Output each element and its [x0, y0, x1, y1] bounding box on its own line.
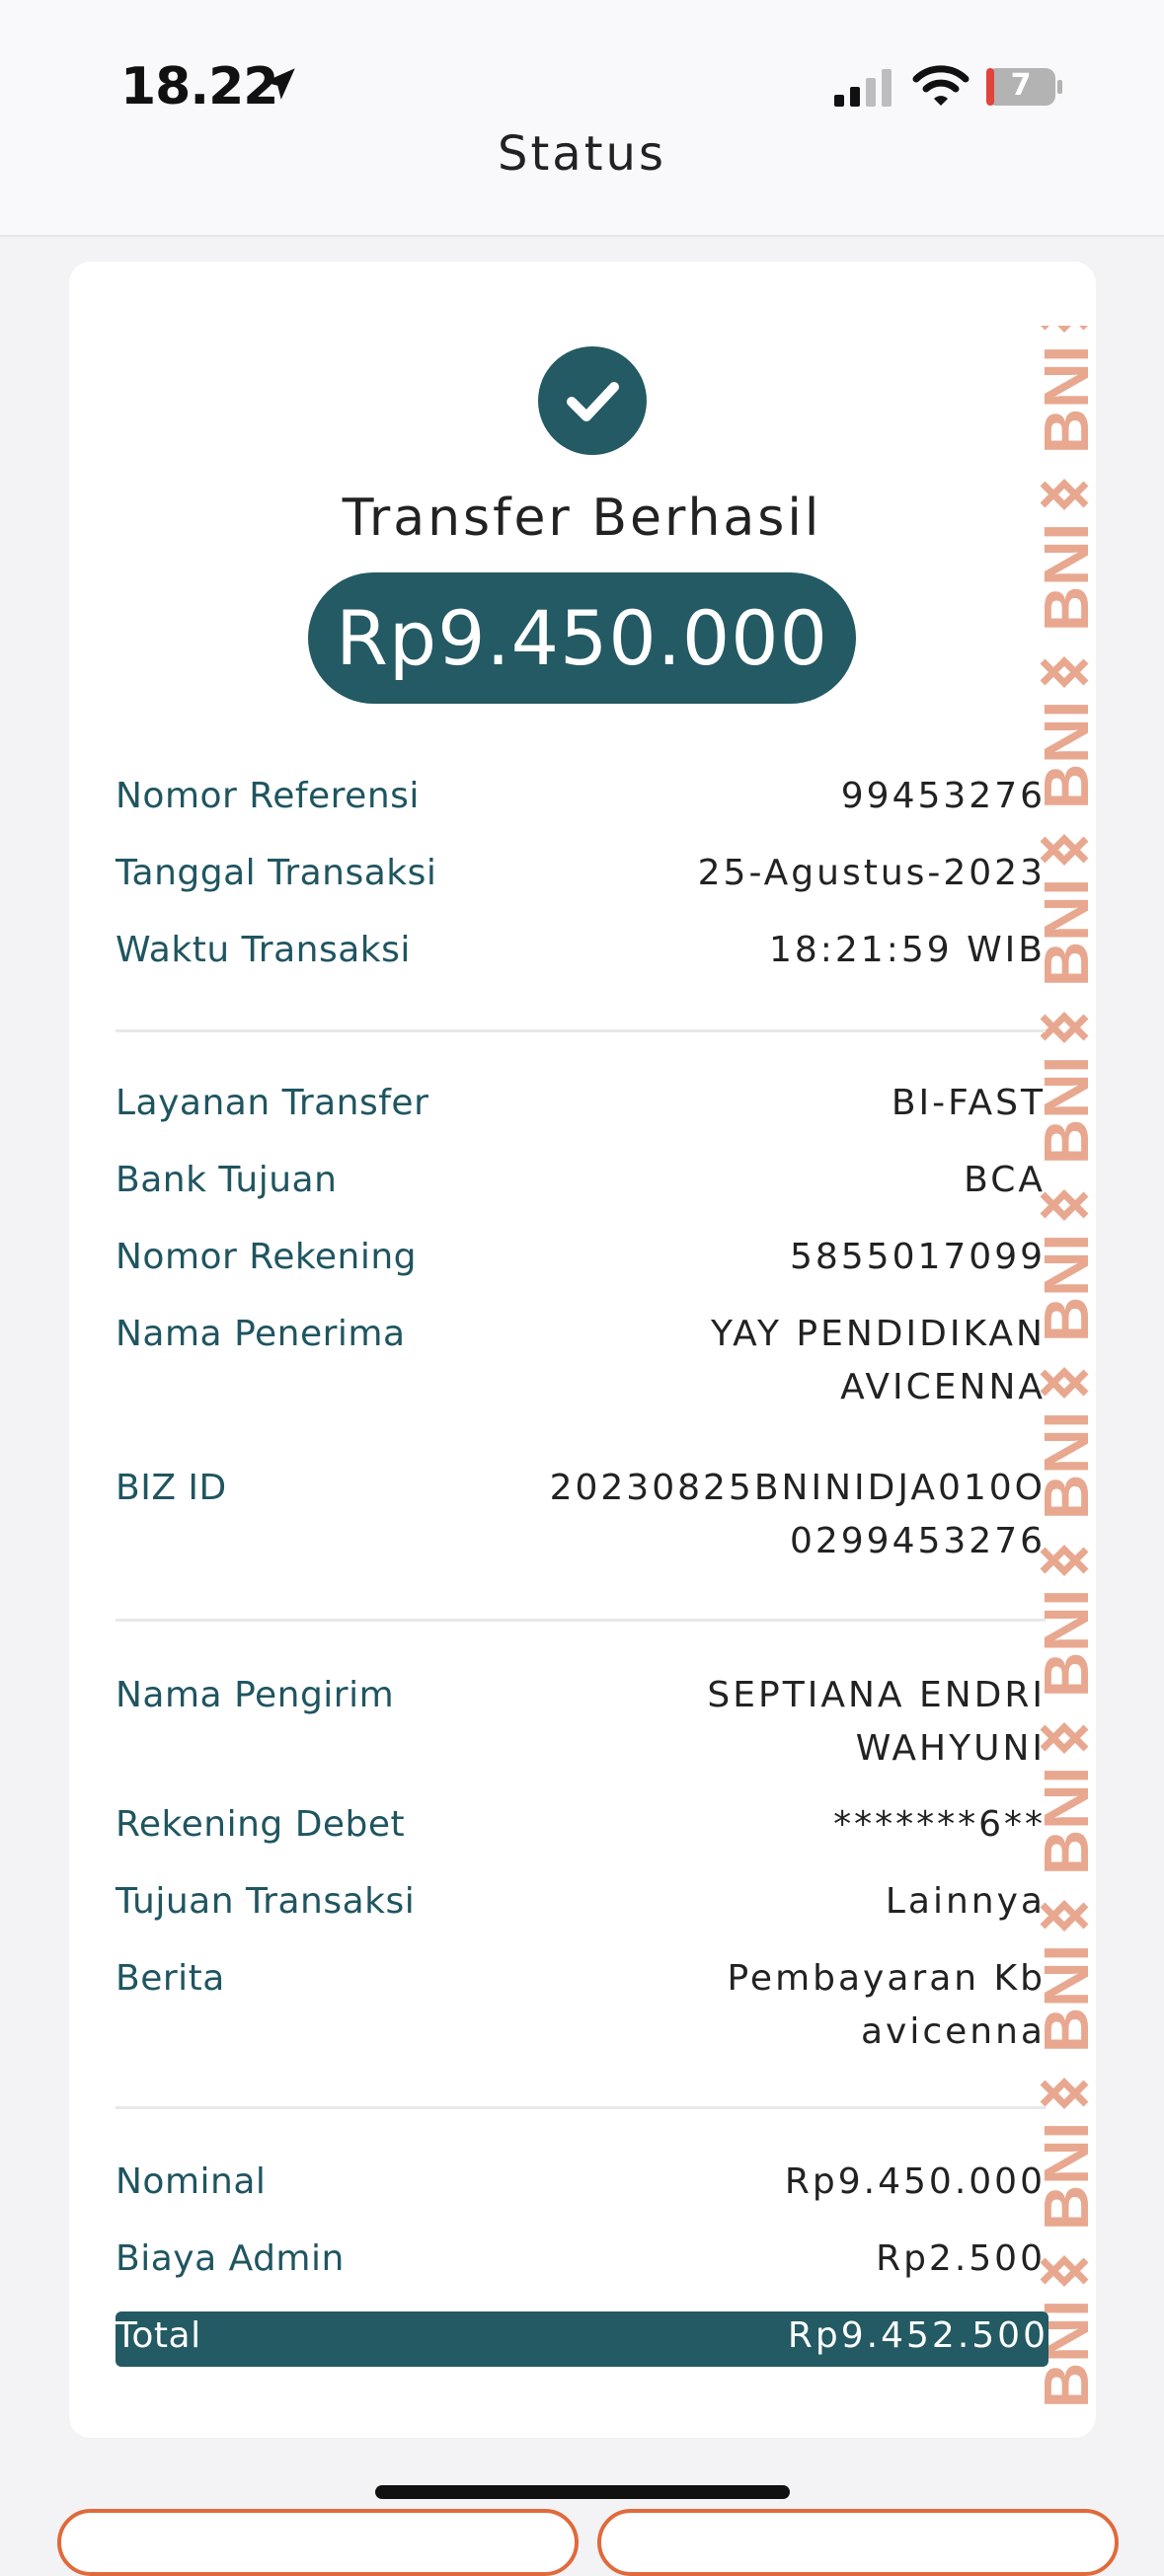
total-label: Total	[116, 2315, 201, 2356]
row-label: Tujuan Transaksi	[116, 1881, 416, 1922]
transfer-amount: Rp9.450.000	[308, 572, 856, 704]
wifi-icon	[912, 65, 970, 106]
home-indicator	[375, 2485, 790, 2499]
divider	[116, 1619, 1046, 1622]
row-value-line1: YAY PENDIDIKAN	[710, 1314, 1046, 1354]
watermark-mark	[1040, 1545, 1089, 1576]
watermark-mark	[1040, 2078, 1089, 2109]
watermark-mark	[1040, 1722, 1089, 1754]
watermark-mark	[1040, 1012, 1089, 1043]
row-value-line2: WAHYUNI	[855, 1728, 1046, 1769]
row-value: 25-Agustus-2023	[697, 853, 1046, 893]
row-label: Rekening Debet	[116, 1804, 406, 1845]
row-label: BIZ ID	[116, 1468, 227, 1508]
row-value-line2: 0299453276	[789, 1521, 1046, 1561]
divider	[116, 1029, 1046, 1032]
row-value: BI-FAST	[891, 1083, 1046, 1123]
row-label: Nominal	[116, 2161, 267, 2202]
watermark-mark	[1040, 1367, 1089, 1399]
row-value: BCA	[964, 1160, 1046, 1200]
row-value-line1: SEPTIANA ENDRI	[707, 1675, 1046, 1715]
watermark-text: BNI	[1031, 345, 1102, 454]
row-label: Nama Pengirim	[116, 1675, 395, 1715]
watermark-mark	[1041, 326, 1088, 333]
divider	[116, 2106, 1046, 2109]
bottom-left-button[interactable]	[57, 2509, 579, 2576]
row-value-line2: AVICENNA	[840, 1367, 1046, 1407]
header-bar	[0, 0, 1164, 237]
watermark-mark	[1040, 1900, 1089, 1932]
row-value-line1: 20230825BNINIDJA010O	[549, 1468, 1046, 1508]
location-arrow-icon	[264, 68, 295, 100]
row-label: Berita	[116, 1958, 225, 1999]
bottom-right-button[interactable]	[597, 2509, 1119, 2576]
row-value: Rp9.450.000	[784, 2161, 1046, 2202]
total-row: Total Rp9.452.500	[116, 2311, 1048, 2367]
row-value: *******6**	[833, 1804, 1046, 1845]
watermark-mark	[1040, 656, 1089, 688]
total-value: Rp9.452.500	[787, 2315, 1048, 2356]
battery-icon: 7	[985, 67, 1064, 107]
row-value-line1: Pembayaran Kb	[727, 1958, 1046, 1999]
row-value: Lainnya	[885, 1881, 1046, 1922]
page-title: Status	[498, 126, 666, 182]
row-label: Layanan Transfer	[116, 1083, 429, 1123]
row-label: Nomor Referensi	[116, 776, 420, 816]
row-value: 18:21:59 WIB	[768, 930, 1046, 970]
success-check-icon	[538, 346, 647, 455]
row-label: Nomor Rekening	[116, 1237, 418, 1277]
battery-level: 7	[1010, 68, 1032, 103]
row-value-line2: avicenna	[860, 2011, 1046, 2052]
watermark-mark	[1040, 834, 1089, 866]
status-time: 18.22	[120, 57, 278, 116]
row-value: 5855017099	[789, 1237, 1046, 1277]
success-title: Transfer Berhasil	[342, 489, 822, 548]
row-label: Bank Tujuan	[116, 1160, 338, 1200]
row-label: Tanggal Transaksi	[116, 853, 437, 893]
watermark-mark	[1040, 2255, 1089, 2287]
row-label: Nama Penerima	[116, 1314, 406, 1354]
row-value: 99453276	[840, 776, 1046, 816]
watermark-mark	[1040, 1189, 1089, 1221]
row-label: Waktu Transaksi	[116, 930, 411, 970]
row-label: Biaya Admin	[116, 2238, 345, 2279]
cellular-signal-icon	[834, 69, 892, 107]
row-value: Rp2.500	[876, 2238, 1046, 2279]
